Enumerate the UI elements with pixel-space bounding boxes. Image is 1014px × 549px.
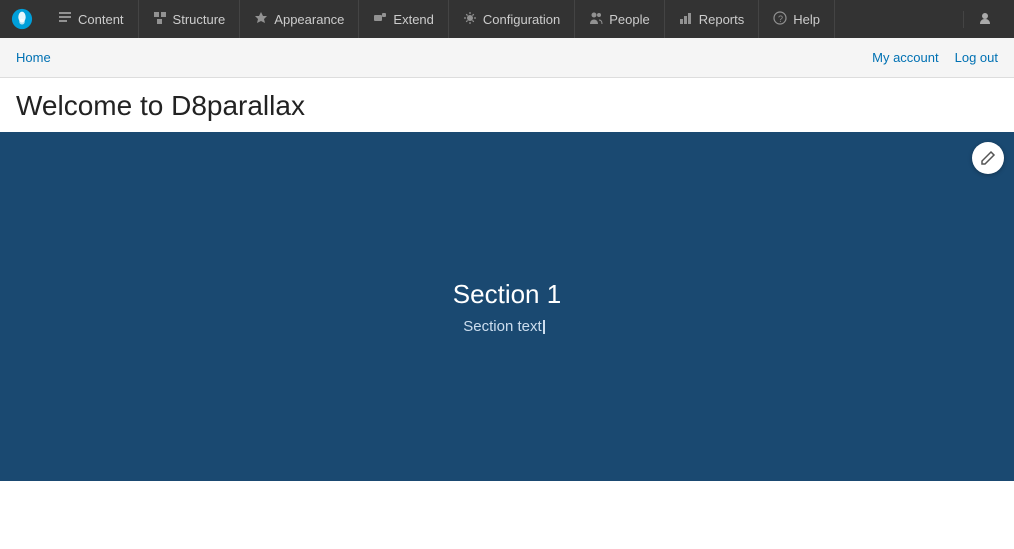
drupal-logo[interactable] — [0, 0, 44, 38]
nav-appearance[interactable]: Appearance — [240, 0, 359, 38]
nav-content[interactable]: Content — [44, 0, 139, 38]
log-out-link[interactable]: Log out — [955, 50, 998, 65]
home-link[interactable]: Home — [16, 50, 51, 65]
page-title-area: Welcome to D8parallax — [0, 78, 1014, 132]
reports-icon — [679, 11, 693, 28]
admin-toolbar: Content Structure Appearance Extend Conf… — [0, 0, 1014, 38]
nav-help[interactable]: ? Help — [759, 0, 835, 38]
nav-configuration[interactable]: Configuration — [449, 0, 575, 38]
nav-reports[interactable]: Reports — [665, 0, 760, 38]
people-icon — [589, 11, 603, 28]
nav-extend[interactable]: Extend — [359, 0, 448, 38]
hero-section: Section 1 Section text — [0, 132, 1014, 481]
nav-people[interactable]: People — [575, 0, 664, 38]
toolbar-right — [963, 0, 1014, 38]
nav-structure[interactable]: Structure — [139, 0, 241, 38]
appearance-icon — [254, 11, 268, 28]
help-icon: ? — [773, 11, 787, 28]
svg-text:?: ? — [778, 14, 783, 24]
cursor — [543, 320, 551, 334]
section-text: Section text — [463, 318, 550, 335]
extend-icon — [373, 11, 387, 28]
user-icon — [978, 11, 992, 28]
toolbar-nav: Content Structure Appearance Extend Conf… — [44, 0, 963, 38]
structure-icon — [153, 11, 167, 28]
my-account-link[interactable]: My account — [872, 50, 938, 65]
content-icon — [58, 11, 72, 28]
toolbar-user-menu[interactable] — [963, 11, 1006, 28]
secondary-bar: Home My account Log out — [0, 38, 1014, 78]
account-links: My account Log out — [872, 50, 998, 65]
configuration-icon — [463, 11, 477, 28]
page-title: Welcome to D8parallax — [16, 90, 998, 122]
section-title: Section 1 — [453, 279, 561, 310]
edit-section-button[interactable] — [972, 142, 1004, 174]
